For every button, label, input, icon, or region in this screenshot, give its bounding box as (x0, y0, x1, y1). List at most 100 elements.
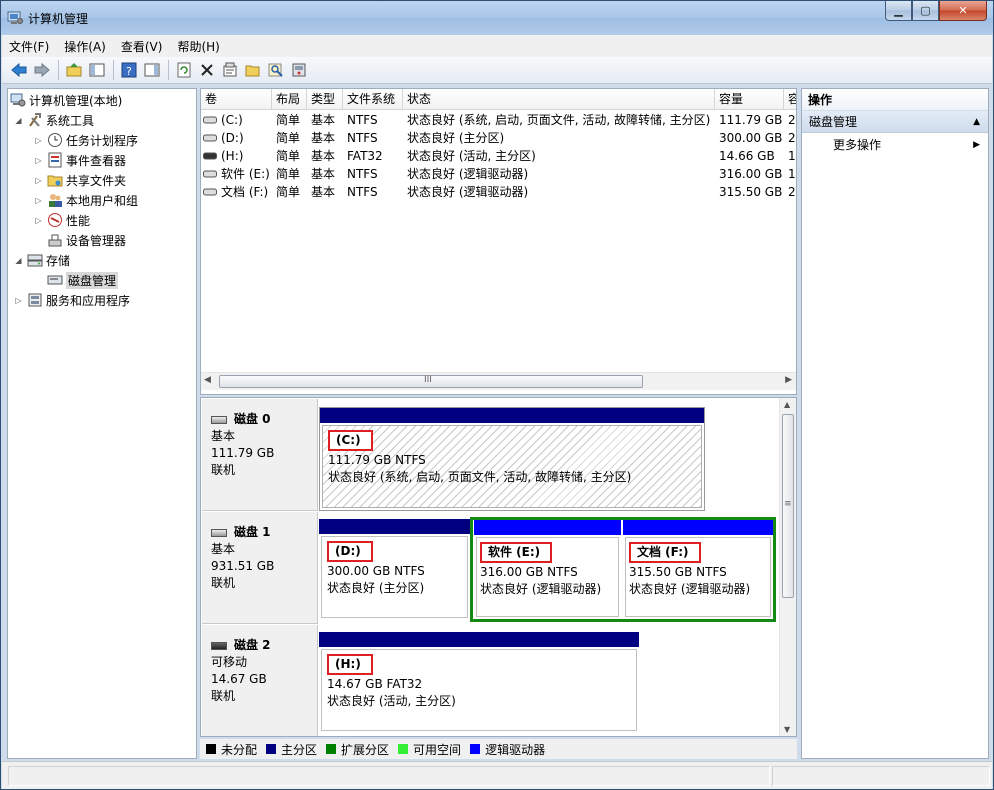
open-button[interactable] (242, 59, 264, 81)
search-button[interactable] (265, 59, 287, 81)
disk-management-icon (47, 275, 63, 285)
cell-layout: 简单 (276, 149, 301, 163)
volume-name: (H:) (221, 149, 244, 163)
partition-body: 文档 (F:) 315.50 GB NTFS 状态良好 (逻辑驱动器) (625, 537, 771, 617)
partition-label: 文档 (F:) (629, 542, 701, 563)
tree-item-shared-folders[interactable]: ▷ 共享文件夹 (34, 170, 126, 190)
cell-filesystem: NTFS (347, 167, 378, 181)
tree-item-services-apps[interactable]: ▷ 服务和应用程序 (14, 290, 130, 310)
minimize-button[interactable]: ▁ (885, 1, 912, 21)
horizontal-scroll-thumb[interactable]: III (219, 375, 643, 388)
table-row[interactable]: (D:) 简单 基本 NTFS 状态良好 (主分区) 300.00 GB 2 (201, 129, 796, 147)
forward-button[interactable] (31, 59, 53, 81)
cell-capacity: 315.50 GB (719, 185, 783, 199)
cell-status: 状态良好 (系统, 启动, 页面文件, 活动, 故障转储, 主分区) (407, 113, 711, 127)
toolbar-separator (58, 60, 59, 80)
maximize-button[interactable]: ▢ (912, 1, 939, 21)
more-actions-item[interactable]: 更多操作 ▶ (802, 133, 988, 157)
partition-legend: 未分配 主分区 扩展分区 可用空间 逻辑驱动器 (200, 739, 797, 759)
table-row[interactable]: 文档 (F:) 简单 基本 NTFS 状态良好 (逻辑驱动器) 315.50 GB 2 (201, 183, 796, 201)
scroll-down-icon[interactable]: ▼ (784, 725, 790, 734)
tree-item-storage[interactable]: ◢ 存储 (14, 250, 70, 270)
delete-button[interactable] (196, 59, 218, 81)
menu-file[interactable]: 文件(F) (9, 38, 49, 55)
scroll-grip: III (424, 375, 432, 385)
delete-icon (201, 64, 213, 76)
volume-name: (D:) (221, 131, 244, 145)
extended-partition[interactable]: 软件 (E:) 316.00 GB NTFS 状态良好 (逻辑驱动器) 文档 (… (470, 517, 776, 622)
vertical-scrollbar[interactable]: ▲ ≡ ▼ (779, 398, 796, 736)
shared-folders-icon (47, 175, 63, 187)
scroll-up-icon[interactable]: ▲ (784, 400, 790, 409)
partition-h[interactable]: (H:) 14.67 GB FAT32 状态良好 (活动, 主分区) (319, 632, 639, 733)
scroll-left-icon[interactable]: ◀ (204, 375, 211, 385)
help-button[interactable]: ? (118, 59, 140, 81)
tree-item-system-tools[interactable]: ◢ 系统工具 (14, 110, 94, 130)
expand-arrow-icon[interactable]: ▷ (34, 156, 43, 165)
expand-arrow-icon[interactable]: ▷ (14, 296, 23, 305)
show-hide-action-button[interactable] (141, 59, 163, 81)
refresh-button[interactable] (173, 59, 195, 81)
disk-type: 基本 (211, 542, 236, 556)
tree-item-task-scheduler[interactable]: ▷ 任务计划程序 (34, 130, 138, 150)
column-header-filesystem[interactable]: 文件系统 (343, 89, 403, 110)
partition-e[interactable]: 软件 (E:) 316.00 GB NTFS 状态良好 (逻辑驱动器) (474, 520, 621, 619)
title-bar[interactable]: 计算机管理 ▁ ▢ ✕ (1, 1, 993, 35)
expand-arrow-icon[interactable]: ▷ (34, 216, 43, 225)
tree-item-local-users[interactable]: ▷ 本地用户和组 (34, 190, 138, 210)
table-row[interactable]: (C:) 简单 基本 NTFS 状态良好 (系统, 启动, 页面文件, 活动, 故障转储… (201, 111, 796, 129)
show-hide-tree-button[interactable] (86, 59, 108, 81)
partition-d[interactable]: (D:) 300.00 GB NTFS 状态良好 (主分区) (319, 519, 470, 620)
tree-item-label: 事件查看器 (66, 153, 127, 168)
column-header-free[interactable]: 容 (784, 89, 796, 110)
expand-arrow-icon[interactable]: ▷ (34, 136, 43, 145)
expand-arrow-icon[interactable]: ▷ (34, 196, 43, 205)
horizontal-scrollbar[interactable]: ◀ III ▶ (201, 372, 796, 390)
performance-icon (48, 213, 62, 227)
legend-swatch (398, 744, 409, 754)
column-header-capacity[interactable]: 容量 (715, 89, 784, 110)
partition-c[interactable]: (C:) 111.79 GB NTFS 状态良好 (系统, 启动, 页面文件, … (319, 407, 705, 511)
computer-management-window: 计算机管理 ▁ ▢ ✕ 文件(F) 操作(A) 查看(V) 帮助(H) ? 计算… (0, 0, 994, 790)
actions-section-disk-management[interactable]: 磁盘管理 ▲ (802, 111, 988, 133)
column-header-status[interactable]: 状态 (403, 89, 715, 110)
vertical-scroll-thumb[interactable]: ≡ (782, 414, 794, 598)
tree-item-label: 磁盘管理 (66, 271, 119, 289)
properties-button[interactable] (219, 59, 241, 81)
column-header-type[interactable]: 类型 (307, 89, 343, 110)
disk-label-2[interactable]: 磁盘 2 可移动 14.67 GB 联机 (202, 625, 318, 736)
collapse-up-icon[interactable]: ▲ (973, 111, 980, 133)
actions-pane: 操作 磁盘管理 ▲ 更多操作 ▶ (801, 88, 989, 759)
drive-icon (203, 134, 217, 142)
disk-label-0[interactable]: 磁盘 0 基本 111.79 GB 联机 (202, 399, 318, 511)
table-row[interactable]: 软件 (E:) 简单 基本 NTFS 状态良好 (逻辑驱动器) 316.00 GB 1 (201, 165, 796, 183)
up-folder-button[interactable] (63, 59, 85, 81)
scroll-right-icon[interactable]: ▶ (785, 375, 792, 385)
table-row[interactable]: (H:) 简单 基本 FAT32 状态良好 (活动, 主分区) 14.66 GB 1 (201, 147, 796, 165)
collapse-arrow-icon[interactable]: ◢ (14, 116, 23, 125)
tree-item-device-manager[interactable]: 设备管理器 (47, 230, 126, 250)
close-button[interactable]: ✕ (939, 1, 987, 21)
menu-view[interactable]: 查看(V) (121, 38, 163, 55)
partition-status: 状态良好 (主分区) (327, 581, 425, 595)
tree-item-performance[interactable]: ▷ 性能 (34, 210, 90, 230)
expand-arrow-icon[interactable]: ▷ (34, 176, 43, 185)
tree-item-event-viewer[interactable]: ▷ 事件查看器 (34, 150, 126, 170)
column-header-volume[interactable]: 卷 (201, 89, 272, 110)
menu-help[interactable]: 帮助(H) (177, 38, 219, 55)
disk-settings-button[interactable] (288, 59, 310, 81)
partition-size: 111.79 GB NTFS (328, 453, 426, 467)
tree-item-label: 设备管理器 (66, 233, 127, 248)
tree-item-disk-management[interactable]: 磁盘管理 (47, 270, 119, 290)
maximize-icon: ▢ (920, 4, 931, 17)
partition-size: 300.00 GB NTFS (327, 564, 425, 578)
collapse-arrow-icon[interactable]: ◢ (14, 256, 23, 265)
partition-f[interactable]: 文档 (F:) 315.50 GB NTFS 状态良好 (逻辑驱动器) (623, 520, 773, 619)
disk-label-1[interactable]: 磁盘 1 基本 931.51 GB 联机 (202, 512, 318, 624)
column-header-layout[interactable]: 布局 (272, 89, 307, 110)
menu-action[interactable]: 操作(A) (64, 38, 106, 55)
tree-item-computer-management[interactable]: 计算机管理(本地) (10, 90, 122, 110)
back-button[interactable] (8, 59, 30, 81)
cell-filesystem: NTFS (347, 113, 378, 127)
cell-filesystem: NTFS (347, 131, 378, 145)
